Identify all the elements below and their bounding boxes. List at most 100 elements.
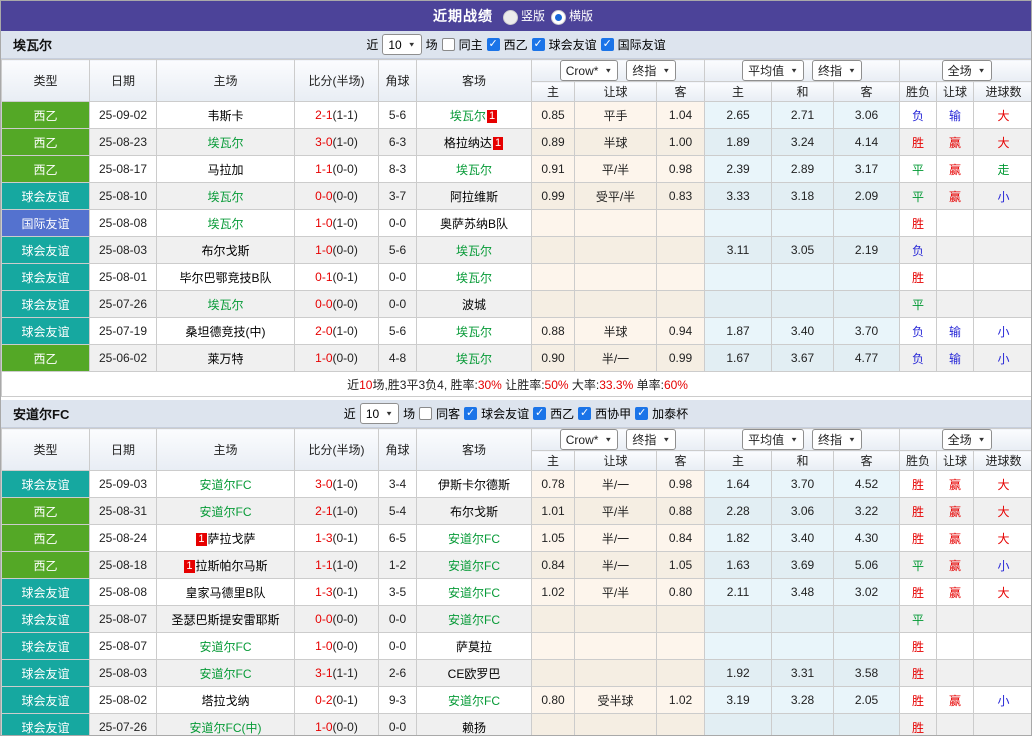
- away-team-name: 波城: [461, 297, 486, 312]
- home-team-cell: 安道尔FC: [156, 497, 295, 525]
- match-date: 25-08-31: [89, 497, 157, 525]
- odds-crow-home: [531, 209, 575, 237]
- odds-handicap-line: 半/一: [574, 524, 657, 552]
- corner-count: 0-0: [378, 263, 417, 291]
- bookmaker-select[interactable]: Crow* ▼: [559, 429, 619, 450]
- same-venue-checkbox[interactable]: [441, 38, 455, 51]
- sub-col-avg-away: 客: [833, 81, 901, 102]
- away-team-cell: 安道尔FC: [416, 686, 532, 714]
- away-team-cell: 格拉纳达 1: [416, 128, 532, 156]
- result-handicap: 赢: [936, 686, 975, 714]
- table-row: 球会友谊 25-08-07 圣瑟巴斯提安雷耶斯 0-0(0-0) 0-0 安道尔FC 平: [1, 605, 1031, 633]
- result-winlose: 胜: [899, 128, 938, 156]
- away-team-name: 格拉纳达: [443, 135, 492, 150]
- away-team-cell: 埃瓦尔: [416, 155, 532, 183]
- bookmaker-select[interactable]: Crow* ▼: [559, 60, 619, 81]
- home-team-name: 毕尔巴鄂竞技B队: [179, 270, 272, 285]
- home-team-name: 安道尔FC: [199, 639, 252, 654]
- radio-horizontal-layout[interactable]: [551, 9, 566, 25]
- result-winlose: 胜: [899, 497, 938, 525]
- odds-handicap-line: [574, 713, 657, 735]
- odds-crow-home: 0.99: [531, 182, 575, 210]
- league-type-badge: 西乙: [1, 524, 90, 552]
- sub-col-crow-home: 主: [531, 450, 575, 471]
- corner-count: 3-7: [378, 182, 417, 210]
- odds-avg-away: 4.77: [833, 344, 901, 372]
- score-cell: 1-1(0-0): [294, 155, 379, 183]
- score-cell: 1-0(0-0): [294, 713, 379, 735]
- league-filter-checkbox[interactable]: ✓: [464, 407, 478, 420]
- match-scope-select[interactable]: 全场 ▼: [941, 60, 992, 81]
- league-filter-checkbox[interactable]: ✓: [533, 407, 547, 420]
- match-date: 25-09-02: [89, 101, 157, 129]
- table-row: 球会友谊 25-07-19 桑坦德竞技(中) 2-0(1-0) 5-6 埃瓦尔 0.88 半球…: [1, 317, 1031, 345]
- result-handicap: 赢: [936, 578, 975, 606]
- odds-avg-away: [833, 713, 901, 735]
- result-goals: 大: [973, 128, 1031, 156]
- away-team-name: 安道尔FC: [448, 585, 500, 600]
- result-handicap: [936, 263, 975, 291]
- same-venue-label: 同主: [458, 38, 483, 52]
- page-title: 近期战绩: [432, 8, 493, 24]
- table-row: 西乙 25-08-23 埃瓦尔 3-0(1-0) 6-3 格拉纳达 1 0.89 半球 1.00 1…: [1, 128, 1031, 156]
- match-scope-select[interactable]: 全场 ▼: [941, 429, 992, 450]
- match-count-value: 10: [365, 406, 380, 421]
- half-time-score: (0-0): [332, 639, 358, 653]
- league-filter-label: 西协甲: [595, 407, 632, 421]
- home-team-name: 马拉加: [207, 162, 244, 177]
- league-type-badge: 西乙: [1, 101, 90, 129]
- league-type-badge: 球会友谊: [1, 290, 90, 318]
- league-type-badge: 球会友谊: [1, 632, 90, 660]
- red-card-badge: 1: [492, 136, 504, 150]
- league-filter-checkbox[interactable]: ✓: [486, 38, 500, 51]
- average-select[interactable]: 平均值 ▼: [742, 429, 805, 450]
- odds-stage-select-2[interactable]: 终指 ▼: [812, 429, 862, 450]
- radio-vertical-layout[interactable]: [502, 9, 518, 25]
- result-handicap: [936, 659, 975, 687]
- odds-stage-select-2[interactable]: 终指 ▼: [812, 60, 862, 81]
- odds-avg-draw: 2.89: [771, 155, 835, 183]
- league-filter-checkbox[interactable]: ✓: [600, 38, 614, 51]
- league-filter-checkbox[interactable]: ✓: [578, 407, 592, 420]
- odds-stage-select[interactable]: 终指 ▼: [626, 429, 677, 450]
- home-team-name: 韦斯卡: [207, 108, 244, 123]
- league-filter-checkbox[interactable]: ✓: [635, 407, 649, 420]
- half-time-score: (0-0): [332, 189, 358, 203]
- result-handicap: 赢: [936, 182, 975, 210]
- sub-col-winlose: 胜负: [899, 450, 938, 471]
- radio-selected-dot: [555, 13, 562, 21]
- odds-handicap-line: [574, 263, 657, 291]
- match-count-select[interactable]: 10 ▼: [382, 34, 422, 55]
- half-time-score: (0-0): [332, 720, 358, 734]
- odds-avg-draw: [771, 713, 835, 735]
- odds-avg-away: 3.06: [833, 101, 901, 129]
- result-handicap: 赢: [936, 470, 975, 498]
- same-venue-checkbox[interactable]: [419, 407, 433, 420]
- odds-stage-select[interactable]: 终指 ▼: [626, 60, 677, 81]
- odds-avg-draw: 3.40: [771, 317, 835, 345]
- corner-count: 0-0: [378, 605, 417, 633]
- col-date: 日期: [89, 59, 157, 102]
- home-team-cell: 桑坦德竞技(中): [156, 317, 295, 345]
- odds-avg-home: 1.82: [704, 524, 773, 552]
- sub-col-handicap: 让球: [574, 81, 657, 102]
- result-goals: [973, 659, 1031, 687]
- col-type: 类型: [1, 428, 90, 471]
- result-handicap: 赢: [936, 155, 975, 183]
- average-select[interactable]: 平均值 ▼: [742, 60, 805, 81]
- league-filter-checkbox[interactable]: ✓: [531, 38, 545, 51]
- odds-crow-home: [531, 632, 575, 660]
- team-section-header: 埃瓦尔 近 10 ▼ 场同主 ✓ 西乙 ✓ 球会友谊 ✓ 国际友谊: [1, 31, 1031, 59]
- home-team-cell: 安道尔FC: [156, 470, 295, 498]
- table-row: 球会友谊 25-07-26 埃瓦尔 0-0(0-0) 0-0 波城平: [1, 290, 1031, 318]
- score-cell: 3-0(1-0): [294, 128, 379, 156]
- odds-avg-draw: 3.31: [771, 659, 835, 687]
- odds-avg-draw: [771, 290, 835, 318]
- odds-avg-home: 1.67: [704, 344, 773, 372]
- home-team-cell: 布尔戈斯: [156, 236, 295, 264]
- odds-crow-home: 0.84: [531, 551, 575, 579]
- result-handicap: [936, 290, 975, 318]
- odds-handicap-line: 平/半: [574, 497, 657, 525]
- result-handicap: 赢: [936, 551, 975, 579]
- match-count-select[interactable]: 10 ▼: [359, 403, 400, 424]
